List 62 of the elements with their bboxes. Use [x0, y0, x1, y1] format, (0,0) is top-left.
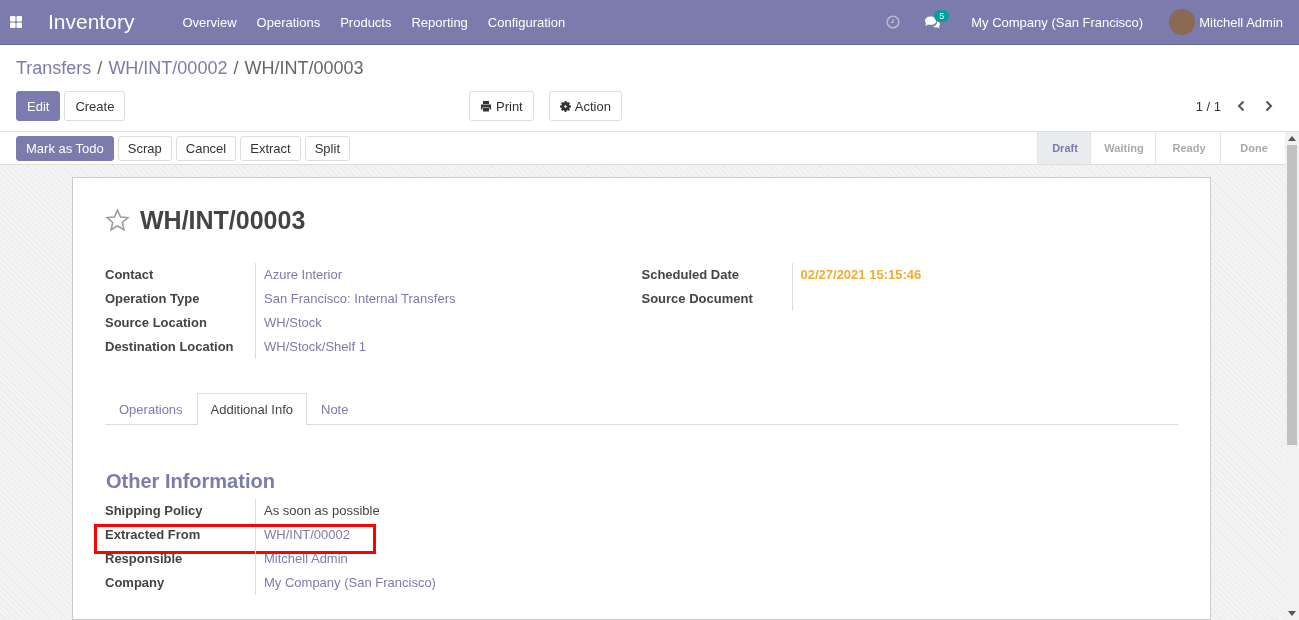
notebook-tab[interactable]: Note [307, 393, 363, 425]
field-label: Destination Location [105, 338, 235, 356]
field-label: Extracted From [105, 526, 202, 544]
edit-button[interactable]: Edit [16, 91, 61, 121]
section-title: Other Information [105, 470, 276, 493]
chat-bubbles-icon[interactable] [924, 15, 942, 29]
field-label: Shipping Policy [105, 502, 204, 520]
action-button[interactable]: Cancel [175, 135, 237, 161]
field-value[interactable]: San Francisco: Internal Transfers [264, 291, 456, 306]
create-button[interactable]: Create [64, 91, 126, 121]
field-label: Company [105, 574, 166, 592]
field-value[interactable]: WH/INT/00002 [264, 527, 350, 542]
clock-icon[interactable] [886, 15, 901, 29]
company-switcher[interactable]: My Company (San Francisco) [971, 14, 1144, 30]
field-value: 02/27/2021 15:15:46 [800, 267, 922, 282]
status-stage[interactable]: Waiting [1090, 132, 1155, 164]
notebook-tab[interactable]: Additional Info [196, 393, 307, 425]
menu-item[interactable]: Overview [182, 14, 237, 30]
field-label: Operation Type [105, 290, 201, 308]
breadcrumb-item[interactable]: WH/INT/00003 [244, 57, 364, 79]
scroll-down-arrow-icon[interactable] [1288, 611, 1296, 617]
field-label: Contact [105, 266, 155, 284]
printer-icon [480, 100, 492, 112]
field-value[interactable]: Azure Interior [264, 267, 343, 282]
menu-item[interactable]: Products [340, 14, 392, 30]
app-name[interactable]: Inventory [48, 10, 135, 34]
breadcrumb-separator: / [233, 57, 239, 79]
menu-item[interactable]: Configuration [487, 14, 566, 30]
record-title: WH/INT/00003 [140, 206, 306, 235]
field-value[interactable]: WH/Stock/Shelf 1 [264, 339, 366, 354]
scroll-up-arrow-icon[interactable] [1288, 135, 1296, 141]
scrollbar[interactable] [1285, 132, 1299, 620]
action-button[interactable]: Extract [240, 135, 301, 161]
field-label: Scheduled Date [641, 266, 741, 284]
chevron-right-icon[interactable] [1265, 100, 1273, 112]
field-label: Responsible [105, 550, 184, 568]
apps-grid-icon[interactable] [10, 16, 22, 28]
gear-icon [559, 100, 571, 112]
chevron-left-icon[interactable] [1237, 100, 1245, 112]
breadcrumb-separator: / [97, 57, 103, 79]
star-icon[interactable] [105, 208, 130, 233]
menu-item[interactable]: Reporting [411, 14, 468, 30]
print-button[interactable]: Print [469, 91, 534, 121]
menu-item[interactable]: Operations [256, 14, 321, 30]
field-label: Source Location [105, 314, 208, 332]
pager-value: 1 / 1 [1195, 98, 1221, 114]
field-value[interactable]: Mitchell Admin [264, 551, 348, 566]
breadcrumb-item[interactable]: Transfers [16, 57, 92, 79]
action-button[interactable]: Split [304, 135, 350, 161]
action-button[interactable]: Mark as Todo [16, 135, 114, 161]
status-stage[interactable]: Ready [1155, 132, 1220, 164]
user-menu[interactable]: Mitchell Admin [1199, 14, 1283, 30]
field-value[interactable]: My Company (San Francisco) [264, 575, 436, 590]
field-value: As soon as possible [264, 503, 380, 518]
field-value[interactable]: WH/Stock [264, 315, 322, 330]
field-label: Source Document [641, 290, 754, 308]
action-button[interactable]: Scrap [117, 135, 172, 161]
breadcrumb-item[interactable]: WH/INT/00002 [108, 57, 228, 79]
status-stage[interactable]: Draft [1037, 132, 1090, 164]
action-button[interactable]: Action [548, 91, 622, 121]
message-count-badge: 5 [934, 9, 950, 22]
notebook-tab[interactable]: Operations [105, 393, 197, 425]
